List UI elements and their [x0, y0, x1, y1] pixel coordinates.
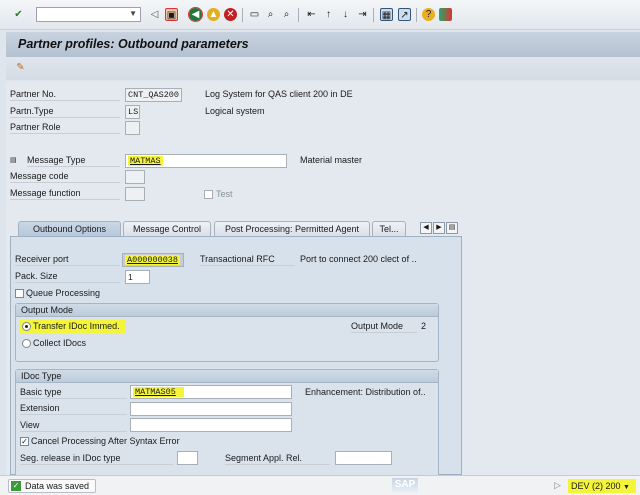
system-info-text: DEV (2) 200 — [571, 481, 621, 491]
cancel-processing-label: Cancel Processing After Syntax Error — [31, 436, 180, 446]
message-type-field[interactable]: MATMAS — [125, 154, 287, 168]
idoc-type-title: IDoc Type — [16, 370, 438, 383]
queue-processing-label: Queue Processing — [26, 288, 101, 298]
tab-message-control[interactable]: Message Control — [123, 221, 211, 236]
customize-icon[interactable] — [439, 8, 452, 21]
partner-no-field[interactable]: CNT_QAS200 — [125, 88, 182, 102]
help-icon[interactable]: ? — [422, 8, 435, 21]
collapse-icon[interactable]: ◁ — [148, 8, 161, 21]
seg-appl-field[interactable] — [335, 451, 392, 465]
next-page-icon[interactable]: ↓ — [339, 8, 352, 21]
first-page-icon[interactable]: ⇤ — [305, 8, 318, 21]
enter-icon[interactable]: ✔ — [12, 8, 25, 21]
chevron-down-icon[interactable]: ▼ — [129, 9, 137, 18]
status-message-text: Data was saved — [25, 481, 90, 491]
basic-type-desc: Enhancement: Distribution of.. — [305, 387, 426, 397]
pack-size-field[interactable]: 1 — [125, 270, 150, 284]
basic-type-field[interactable]: MATMAS05 — [130, 385, 292, 399]
system-info[interactable]: DEV (2) 200 ▼ — [568, 479, 636, 493]
port-type: Transactional RFC — [200, 253, 295, 266]
output-mode-label: Output Mode — [351, 320, 417, 333]
partn-type-desc: Logical system — [205, 106, 265, 116]
system-toolbar: ✔ ▼ ◁ ▣ ◀ ▲ ✕ ▭ ⌕ ⌕ ⇤ ↑ ↓ ⇥ ▦ ↗ ? — [0, 0, 640, 30]
idoc-icon: ▤ — [10, 157, 17, 164]
seg-release-field[interactable] — [177, 451, 198, 465]
partner-role-label: Partner Role — [10, 121, 120, 134]
test-label: Test — [216, 189, 233, 199]
view-field[interactable] — [130, 418, 292, 432]
test-checkbox[interactable] — [204, 190, 213, 199]
chevron-down-icon[interactable]: ▼ — [623, 484, 630, 491]
port-desc: Port to connect 200 clect of .. — [300, 254, 417, 264]
status-message[interactable]: ✓ Data was saved — [8, 479, 96, 493]
tab-post-processing[interactable]: Post Processing: Permitted Agent — [214, 221, 370, 236]
partner-no-label: Partner No. — [10, 88, 120, 101]
prev-page-icon[interactable]: ↑ — [322, 8, 335, 21]
exit-icon[interactable]: ▲ — [207, 8, 220, 21]
basic-type-value: MATMAS05 — [133, 387, 184, 397]
message-function-label: Message function — [10, 187, 120, 200]
scroll-right-icon[interactable]: ▶ — [433, 222, 445, 234]
message-code-field[interactable] — [125, 170, 145, 184]
basic-type-label: Basic type — [20, 386, 127, 399]
message-type-label: Message Type — [27, 154, 120, 167]
transfer-idoc-radio[interactable] — [22, 322, 31, 331]
message-function-field[interactable] — [125, 187, 145, 201]
tab-telephony[interactable]: Tel... — [372, 221, 406, 236]
output-mode-value: 2 — [421, 321, 427, 331]
save-icon[interactable]: ▣ — [165, 8, 178, 21]
edit-pencil-icon[interactable]: ✎ — [14, 61, 27, 74]
message-type-value: MATMAS — [128, 156, 163, 166]
sap-logo: SAP — [392, 478, 418, 492]
pack-size-label: Pack. Size — [15, 270, 120, 283]
partn-type-field[interactable]: LS — [125, 105, 140, 119]
cancel-icon[interactable]: ✕ — [224, 8, 237, 21]
view-label: View — [20, 419, 127, 432]
status-expand-icon[interactable]: ▷ — [554, 479, 561, 492]
seg-release-label: Seg. release in IDoc type — [20, 452, 173, 465]
collect-idocs-label: Collect IDocs — [33, 338, 87, 348]
status-bar: ✓ Data was saved SAP ▷ DEV (2) 200 ▼ — [0, 475, 640, 495]
receiver-port-label: Receiver port — [15, 253, 120, 266]
partner-no-desc: Log System for QAS client 200 in DE — [205, 89, 353, 99]
success-icon: ✓ — [11, 481, 21, 491]
find-icon[interactable]: ⌕ — [264, 8, 277, 21]
extension-field[interactable] — [130, 402, 292, 416]
extension-label: Extension — [20, 402, 127, 415]
queue-processing-checkbox[interactable] — [15, 289, 24, 298]
back-icon[interactable]: ◀ — [188, 7, 203, 22]
transfer-idoc-label: Transfer IDoc Immed. — [33, 321, 120, 331]
partn-type-label: Partn.Type — [10, 105, 120, 118]
tab-list-icon[interactable]: ▤ — [446, 222, 458, 234]
cancel-processing-checkbox[interactable]: ✓ — [20, 437, 29, 446]
seg-appl-label: Segment Appl. Rel. — [225, 452, 330, 465]
message-code-label: Message code — [10, 170, 120, 183]
shortcut-icon[interactable]: ↗ — [398, 8, 411, 21]
command-field[interactable]: ▼ — [36, 7, 141, 22]
find-next-icon[interactable]: ⌕ — [280, 8, 293, 21]
print-icon[interactable]: ▭ — [248, 8, 261, 21]
receiver-port-value: A000000038 — [125, 255, 181, 265]
last-page-icon[interactable]: ⇥ — [356, 8, 369, 21]
partner-role-field[interactable] — [125, 121, 140, 135]
page-title: Partner profiles: Outbound parameters — [6, 32, 640, 57]
collect-idocs-radio[interactable] — [22, 339, 31, 348]
output-mode-title: Output Mode — [16, 304, 438, 317]
receiver-port-field[interactable]: A000000038 — [122, 253, 184, 267]
new-session-icon[interactable]: ▦ — [380, 8, 393, 21]
scroll-left-icon[interactable]: ◀ — [420, 222, 432, 234]
message-type-desc: Material master — [300, 155, 363, 165]
application-toolbar: ✎ — [6, 57, 640, 80]
tab-outbound-options[interactable]: Outbound Options — [18, 221, 121, 236]
